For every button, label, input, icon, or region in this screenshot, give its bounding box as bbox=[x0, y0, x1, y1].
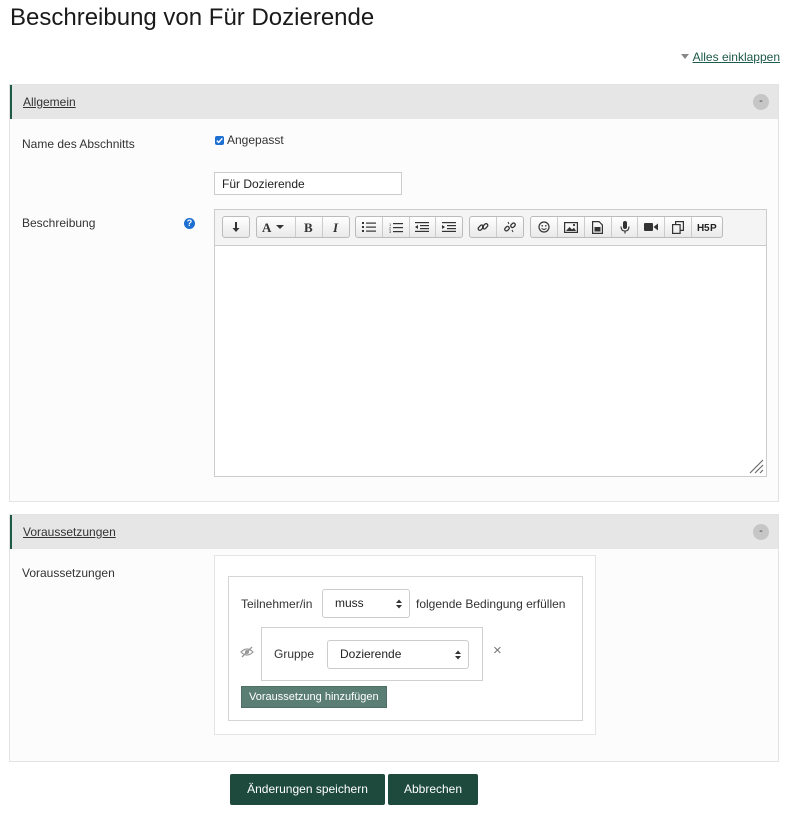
indent-icon[interactable] bbox=[435, 217, 462, 237]
media-icon[interactable] bbox=[583, 217, 611, 237]
custom-name-label: Angepasst bbox=[227, 133, 284, 147]
ordered-list-icon[interactable]: 123 bbox=[381, 217, 409, 237]
bold-icon[interactable]: B bbox=[295, 217, 322, 237]
must-select-value: muss bbox=[335, 596, 364, 610]
restrictions-fieldset-header[interactable]: Voraussetzungen - bbox=[10, 515, 778, 549]
condition-text: folgende Bedingung erfüllen bbox=[416, 597, 566, 611]
section-name-input[interactable] bbox=[214, 172, 402, 195]
group-condition: Gruppe Dozierende bbox=[261, 627, 483, 681]
italic-icon[interactable]: I bbox=[322, 217, 349, 237]
help-icon[interactable]: ? bbox=[184, 218, 195, 229]
save-changes-button[interactable]: Änderungen speichern bbox=[230, 774, 385, 805]
svg-text:3: 3 bbox=[389, 229, 392, 233]
svg-text:B: B bbox=[304, 221, 313, 233]
toolbar-group-media: H5P bbox=[530, 216, 723, 238]
select-arrows-icon bbox=[396, 599, 402, 609]
restrictions-legend-link[interactable]: Voraussetzungen bbox=[23, 525, 116, 539]
caret-down-icon bbox=[680, 54, 689, 59]
svg-text:I: I bbox=[332, 221, 339, 233]
record-video-icon[interactable] bbox=[637, 217, 664, 237]
general-legend-link[interactable]: Allgemein bbox=[23, 95, 76, 109]
font-style-icon[interactable]: A bbox=[257, 217, 295, 237]
cancel-button[interactable]: Abbrechen bbox=[388, 774, 478, 805]
restrictions-label: Voraussetzungen bbox=[22, 566, 115, 580]
section-name-label: Name des Abschnitts bbox=[22, 137, 135, 151]
availability-container: Teilnehmer/in muss folgende Bedingung er… bbox=[214, 555, 596, 735]
link-icon[interactable] bbox=[470, 217, 496, 237]
availability-conditions: Teilnehmer/in muss folgende Bedingung er… bbox=[228, 576, 583, 721]
add-restriction-button[interactable]: Voraussetzung hinzufügen bbox=[241, 686, 387, 708]
collapse-section-icon[interactable]: - bbox=[753, 94, 769, 110]
emoji-icon[interactable] bbox=[531, 217, 557, 237]
must-select[interactable]: muss bbox=[322, 589, 410, 618]
general-fieldset-header[interactable]: Allgemein - bbox=[10, 85, 778, 119]
page-title: Beschreibung von Für Dozierende bbox=[10, 4, 375, 31]
outdent-icon[interactable] bbox=[408, 217, 436, 237]
select-arrows-icon bbox=[455, 650, 461, 660]
description-content-area[interactable] bbox=[215, 246, 766, 476]
custom-name-checkbox[interactable] bbox=[215, 136, 224, 145]
svg-text:P: P bbox=[710, 223, 717, 232]
description-label: Beschreibung bbox=[22, 216, 96, 230]
image-icon[interactable] bbox=[556, 217, 584, 237]
toolbar-group-links bbox=[469, 216, 524, 238]
group-label: Gruppe bbox=[274, 647, 315, 661]
collapse-all-link[interactable]: Alles einklappen bbox=[693, 50, 780, 64]
participant-label: Teilnehmer/in bbox=[241, 597, 313, 611]
editor-toolbar: A B I 123 H 5 P bbox=[215, 210, 766, 246]
collapse-section-icon[interactable]: - bbox=[753, 524, 769, 540]
remove-condition-icon[interactable]: × bbox=[493, 642, 502, 659]
manage-files-icon[interactable] bbox=[664, 217, 691, 237]
unordered-list-icon[interactable] bbox=[356, 217, 382, 237]
toolbar-group-lists: 123 bbox=[355, 216, 463, 238]
record-audio-icon[interactable] bbox=[610, 217, 638, 237]
resize-handle-icon[interactable] bbox=[746, 456, 764, 474]
group-select[interactable]: Dozierende bbox=[327, 640, 469, 669]
svg-text:A: A bbox=[262, 221, 272, 233]
collapse-toolbar-icon[interactable] bbox=[223, 217, 249, 237]
toolbar-group-style: A B I bbox=[256, 216, 350, 238]
unlink-icon[interactable] bbox=[496, 217, 523, 237]
group-select-value: Dozierende bbox=[340, 647, 402, 661]
toolbar-group-collapse bbox=[222, 216, 250, 238]
h5p-icon[interactable]: H5P bbox=[691, 217, 722, 237]
eye-hidden-icon[interactable] bbox=[240, 646, 254, 658]
checkmark-icon bbox=[216, 137, 223, 144]
collapse-all-toggle[interactable]: Alles einklappen bbox=[680, 50, 780, 64]
description-editor: A B I 123 H 5 P bbox=[214, 209, 767, 477]
